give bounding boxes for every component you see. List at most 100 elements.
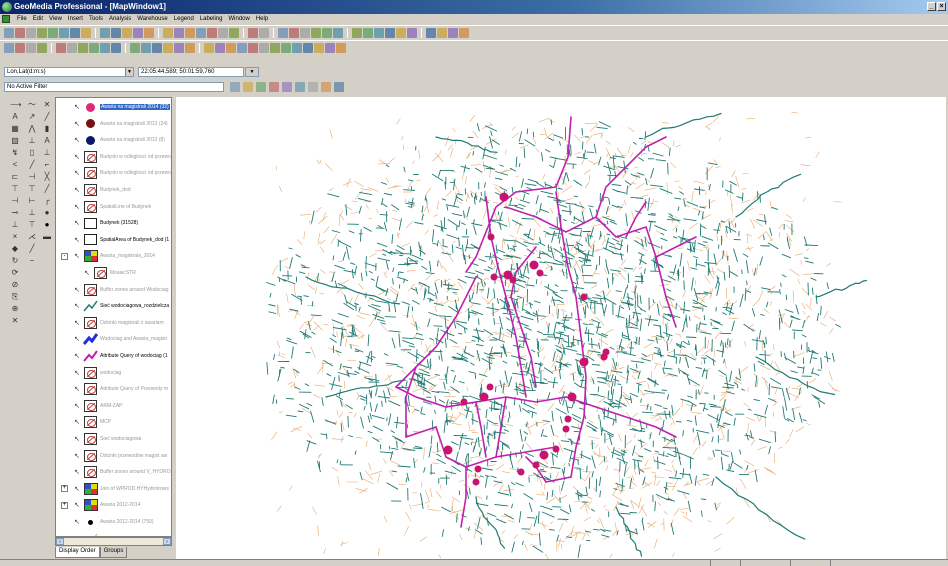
copy-icon[interactable]	[59, 27, 69, 38]
arc-icon[interactable]	[174, 42, 184, 53]
legend-entry[interactable]: ↖ Buffer zones around Wodociag	[56, 281, 171, 299]
disable-icon[interactable]: ⊘	[10, 280, 20, 290]
insert-grid-icon[interactable]: ▦	[10, 124, 20, 134]
legend-entry[interactable]: ↖ MCP	[56, 413, 171, 431]
insert-vertex-icon[interactable]	[292, 42, 302, 53]
delete-icon[interactable]: ✕	[10, 316, 20, 326]
expand-toggle[interactable]: +	[61, 485, 68, 493]
window-icon[interactable]	[407, 27, 417, 38]
merge-icon[interactable]	[259, 42, 269, 53]
buffer-icon[interactable]	[322, 27, 332, 38]
menu-help[interactable]: Help	[253, 16, 271, 22]
snap-icon[interactable]: ↯	[10, 148, 20, 158]
legend-entry[interactable]: ↖ Odcinki magistrali z awariam	[56, 314, 171, 332]
layer-icon[interactable]	[207, 27, 217, 38]
tee-bottom-icon[interactable]: ⊥	[27, 208, 37, 218]
angle-icon[interactable]: <	[10, 160, 20, 170]
select-set-icon[interactable]	[15, 42, 25, 53]
cross-icon[interactable]: ╳	[42, 172, 52, 182]
failure-point[interactable]	[443, 445, 453, 455]
cross-icon[interactable]: ×	[10, 232, 20, 242]
undo-icon[interactable]	[81, 27, 91, 38]
label-icon[interactable]	[374, 27, 384, 38]
legend-entry[interactable]: ↖ Attribute Query of wodociag (1	[56, 347, 171, 365]
failure-point[interactable]	[552, 445, 560, 453]
segment-icon[interactable]: ╱	[27, 244, 37, 254]
legend-entry[interactable]: ↖ Sieć wodociagowa_rozdzielcza	[56, 297, 171, 315]
coord-system-select[interactable]: Lon,Lat(d:m:s) ▼	[4, 67, 134, 77]
failure-point[interactable]	[600, 353, 608, 361]
failure-point[interactable]	[532, 461, 540, 469]
node-icon[interactable]: ◆	[10, 244, 20, 254]
legend-entry[interactable]: ↖ Budynek (31528)	[56, 214, 171, 232]
menu-edit[interactable]: Edit	[30, 16, 46, 22]
tab-display-order[interactable]: Display Order	[55, 547, 100, 558]
legend-entry[interactable]: ↖ Sieć wodociagowa	[56, 430, 171, 448]
join-icon[interactable]	[333, 27, 343, 38]
measure-icon[interactable]	[334, 82, 344, 92]
failure-point[interactable]	[562, 425, 570, 433]
legend-entry[interactable]: ↖ Budynki w odleglosci od przewo	[56, 164, 171, 182]
copy-feature-icon[interactable]	[89, 42, 99, 53]
failure-point[interactable]	[536, 269, 544, 277]
failure-point[interactable]	[517, 468, 525, 476]
failure-point[interactable]	[564, 415, 572, 423]
legend-entry[interactable]: - ↖ Awaria_magistrala_2014	[56, 247, 171, 265]
insert-area-icon[interactable]: ▨	[10, 136, 20, 146]
tee-right-icon[interactable]: ⊣	[27, 172, 37, 182]
failure-point[interactable]	[490, 273, 498, 281]
redo-icon[interactable]	[100, 27, 110, 38]
digitize-line-icon[interactable]: ⟶	[10, 100, 21, 110]
x-mark-icon[interactable]: ✕	[42, 100, 52, 110]
label-icon[interactable]: A	[42, 136, 52, 146]
failure-point[interactable]	[479, 392, 489, 402]
coordinate-dropdown-button[interactable]: ▼	[245, 67, 259, 77]
legend-entry[interactable]: + ↖ Join of WPROD.HYHydrotrows	[56, 480, 171, 498]
analysis-icon[interactable]	[352, 27, 362, 38]
break-icon[interactable]: ⊣	[10, 196, 20, 206]
move-icon[interactable]	[100, 42, 110, 53]
menu-insert[interactable]: Insert	[65, 16, 86, 22]
tab-groups[interactable]: Groups	[99, 547, 128, 558]
refresh-icon[interactable]	[321, 82, 331, 92]
chevron-down-icon[interactable]: ▼	[125, 68, 133, 76]
failure-point[interactable]	[499, 192, 509, 202]
break-icon[interactable]	[281, 42, 291, 53]
legend-entry[interactable]: ↖ wodociag	[56, 364, 171, 382]
print-icon[interactable]	[37, 27, 47, 38]
node-icon[interactable]: ⋌	[27, 232, 37, 242]
legend-entry[interactable]: ↖ Awaria na magistrali 2012 (8)	[56, 131, 171, 149]
open-workspace-icon[interactable]	[15, 27, 25, 38]
filter-icon[interactable]	[363, 27, 373, 38]
map-icon[interactable]	[396, 27, 406, 38]
menu-labeling[interactable]: Labeling	[197, 16, 226, 22]
rule-icon[interactable]: ▬	[42, 232, 52, 242]
legend-horizontal-scrollbar[interactable]: ‹ ›	[55, 537, 172, 546]
legend-entry[interactable]: ↖ Odcinki przewodów magist aw	[56, 447, 171, 465]
delete-icon[interactable]	[78, 42, 88, 53]
text-icon[interactable]	[163, 42, 173, 53]
tee-left-icon[interactable]: ⊢	[27, 196, 37, 206]
legend-entry[interactable]: ↖ Wodociag and Awaria_magistr	[56, 330, 171, 348]
menu-file[interactable]: File	[14, 16, 30, 22]
filter-icon[interactable]	[230, 82, 240, 92]
line-icon[interactable]	[130, 42, 140, 53]
copy-icon[interactable]: ⎘	[10, 292, 20, 302]
scroll-left-arrow[interactable]: ‹	[56, 538, 64, 545]
help-icon[interactable]	[426, 27, 436, 38]
measure-icon[interactable]	[311, 27, 321, 38]
menu-tools[interactable]: Tools	[86, 16, 106, 22]
continue-icon[interactable]: ⊸	[10, 208, 20, 218]
properties-icon[interactable]	[26, 42, 36, 53]
expand-toggle[interactable]: -	[61, 252, 68, 260]
legend-entry[interactable]: + ↖ Awaria 2012-2014	[56, 496, 171, 514]
insert-icon[interactable]	[111, 27, 121, 38]
legend-entry[interactable]: ↖ Awaria 2012-2014 (750)	[56, 513, 171, 531]
attribute-icon[interactable]	[269, 82, 279, 92]
bar-icon[interactable]: ▮	[42, 124, 52, 134]
select-icon[interactable]	[4, 42, 14, 53]
query-icon[interactable]	[122, 27, 132, 38]
tee-top-icon[interactable]: ⊤	[27, 184, 37, 194]
validate-icon[interactable]	[325, 42, 335, 53]
add-icon[interactable]: ⊕	[10, 304, 20, 314]
